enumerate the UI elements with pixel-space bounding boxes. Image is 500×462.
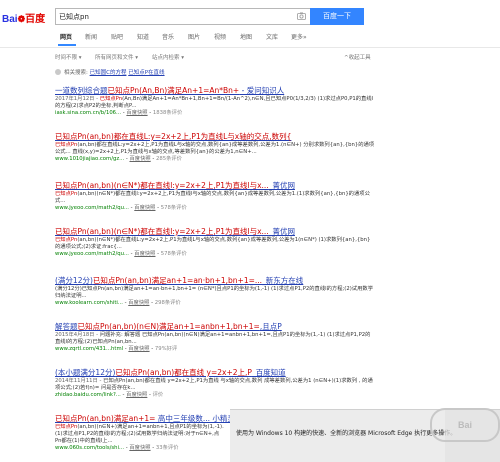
header-divider bbox=[0, 47, 500, 48]
info-icon bbox=[55, 69, 61, 75]
tab-tieba[interactable]: 贴吧 bbox=[111, 32, 123, 41]
camera-icon[interactable] bbox=[297, 12, 306, 20]
search-result: 已知点Pn(an,bn)都在直线L:y=2x+2上,P1为直线L与x轴的交点,数… bbox=[55, 132, 375, 163]
logo-cn: 百度 bbox=[25, 14, 46, 25]
search-result: 一道数列综合题已知点Pn(An,Bn)满足An+1=An*Bn+ - 爱问知识人… bbox=[55, 86, 375, 117]
result-url: www.jyeoo.com/math2/qu... - 百度快照 - 578条评… bbox=[55, 251, 187, 257]
baidu-logo[interactable]: Bai❁百度 bbox=[2, 10, 45, 25]
result-snippet: 已知点Pn(an,bn)(n∈N*)都在直线l:y=2x+2上,P1为直线l与x… bbox=[55, 191, 370, 204]
filter-time[interactable]: 时间不限 ▾ bbox=[55, 53, 82, 61]
cache-link[interactable]: 百度快照 bbox=[129, 445, 150, 451]
cache-link[interactable]: 百度快照 bbox=[128, 300, 149, 306]
tab-images[interactable]: 图片 bbox=[188, 32, 200, 41]
result-title[interactable]: (本小题满分12分)已知点Pn(an,bn)都在直线 y=2x+2上,P_百度知… bbox=[55, 368, 375, 378]
notification-text: 使用为 Windows 10 构建的快速、全新的浏览器 Microsoft Ed… bbox=[236, 430, 457, 437]
result-snippet: 2014年11月11日 - 已知点Pn(an,bn)都在直线 y=2x+2上,P… bbox=[55, 378, 373, 391]
result-title[interactable]: (满分12分)已知点Pn(an,bn)满足an+1=an·bn+1,bn+1=.… bbox=[55, 276, 375, 286]
result-snippet: (满分12分)已知点Pn(an,bn)满足an+1=an·bn+1,bn+1= … bbox=[55, 286, 373, 299]
collapse-tools[interactable]: ^收起工具 bbox=[344, 53, 371, 61]
search-input[interactable] bbox=[59, 10, 279, 23]
tab-web[interactable]: 网页 bbox=[60, 32, 72, 41]
search-box bbox=[55, 8, 310, 25]
tab-map[interactable]: 地图 bbox=[240, 32, 252, 41]
result-title[interactable]: 一道数列综合题已知点Pn(An,Bn)满足An+1=An*Bn+ - 爱问知识人 bbox=[55, 86, 375, 96]
result-snippet: 已知点Pn(an,bn)(n∈N+)满足an+1=anbn+1,且点P1的坐标为… bbox=[55, 424, 224, 444]
search-result: (本小题满分12分)已知点Pn(an,bn)都在直线 y=2x+2上,P_百度知… bbox=[55, 368, 375, 399]
cache-link[interactable]: 百度快照 bbox=[126, 392, 147, 398]
tab-news[interactable]: 新闻 bbox=[85, 32, 97, 41]
filter-site[interactable]: 站点内检索 ▾ bbox=[152, 53, 184, 61]
tip-link-1[interactable]: 已知圆C的方程 bbox=[90, 70, 127, 76]
tab-music[interactable]: 音乐 bbox=[162, 32, 174, 41]
tab-video[interactable]: 视频 bbox=[214, 32, 226, 41]
search-result: (满分12分)已知点Pn(an,bn)满足an+1=an·bn+1,bn+1=.… bbox=[55, 276, 375, 307]
tip-link-2[interactable]: 已知点P在直线 bbox=[128, 70, 164, 76]
tab-zhidao[interactable]: 知道 bbox=[137, 32, 149, 41]
baidu-watermark: Bai bbox=[430, 408, 500, 442]
filter-type[interactable]: 所有网页和文件 ▾ bbox=[95, 53, 138, 61]
related-tip: 相关搜索: 已知圆C的方程 已知点P在直线 bbox=[55, 68, 165, 76]
tip-prefix: 相关搜索: bbox=[64, 70, 88, 76]
result-url: www.060s.com/tools/shi... - 百度快照 - 33条评价 bbox=[55, 445, 179, 451]
cache-link[interactable]: 百度快照 bbox=[126, 110, 147, 116]
cache-link[interactable]: 百度快照 bbox=[134, 251, 155, 257]
top-bar: Bai❁百度 百度一下 bbox=[0, 0, 500, 30]
result-snippet: 已知点Pn(an,bn)都在直线L:y=2x+2上,P1为直线L与x轴的交点,数… bbox=[55, 142, 375, 155]
tab-wenku[interactable]: 文库 bbox=[266, 32, 278, 41]
logo-text: Bai bbox=[2, 14, 18, 25]
result-snippet: 已知点Pn(an,bn)(n∈N*)都在直线L:y=2x+2上,P1为直线L与x… bbox=[55, 237, 371, 250]
result-title[interactable]: 已知点Pn(an,bn)(n∈N*)都在直线l:y=2x+2上,P1为直线l与x… bbox=[55, 181, 375, 191]
result-snippet: 2017年1月12日 - 已知点Pn(An,Bn)满足An+1=An*Bn+1,… bbox=[55, 96, 374, 109]
result-title[interactable]: 已知点Pn(an,bn)(n∈N*)都在直线l:y=2x+2上,P1为直线l与x… bbox=[55, 227, 375, 237]
result-title[interactable]: 已知点Pn(an,bn)都在直线L:y=2x+2上,P1为直线L与x轴的交点,数… bbox=[55, 132, 375, 142]
result-url: zhidao.baidu.com/link?... - 百度快照 - 评价 bbox=[55, 392, 164, 398]
result-snippet: 2015年4月18日 - 问题补充: 解答题 已知点Pn(an,bn)(n∈N)… bbox=[55, 332, 371, 345]
cache-link[interactable]: 百度快照 bbox=[128, 346, 149, 352]
search-button[interactable]: 百度一下 bbox=[310, 8, 364, 25]
result-title[interactable]: 解答题已知点Pn(an,bn)(n∈N)满足an+1=anbn+1,bn+1=,… bbox=[55, 322, 375, 332]
search-result: 已知点Pn(an,bn)(n∈N*)都在直线l:y=2x+2上,P1为直线l与x… bbox=[55, 227, 375, 258]
search-result: 已知点Pn(an,bn)满足an+1= 高中三年级数... 小精灵儿童网站 已知… bbox=[55, 414, 265, 452]
cache-link[interactable]: 百度快照 bbox=[129, 156, 150, 162]
result-url: iask.sina.com.cn/b/106... - 百度快照 - 1838条… bbox=[55, 110, 183, 116]
search-result: 解答题已知点Pn(an,bn)(n∈N)满足an+1=anbn+1,bn+1=,… bbox=[55, 322, 375, 353]
result-url: www.1010jiajiao.com/gz... - 百度快照 - 285条评… bbox=[55, 156, 182, 162]
cache-link[interactable]: 百度快照 bbox=[134, 205, 155, 211]
result-url: www.zqrtl.com/431...html - 百度快照 - 79%好评 bbox=[55, 346, 178, 352]
paw-icon: ❁ bbox=[17, 14, 26, 24]
result-url: www.jyeoo.com/math2/qu... - 百度快照 - 578条评… bbox=[55, 205, 187, 211]
active-tab-underline bbox=[58, 44, 76, 46]
result-title[interactable]: 已知点Pn(an,bn)满足an+1= 高中三年级数... 小精灵儿童网站 bbox=[55, 414, 265, 424]
result-url: www.koolearn.com/shiti... - 百度快照 - 298条评… bbox=[55, 300, 181, 306]
tab-more[interactable]: 更多» bbox=[291, 32, 307, 41]
search-result: 已知点Pn(an,bn)(n∈N*)都在直线l:y=2x+2上,P1为直线l与x… bbox=[55, 181, 375, 212]
